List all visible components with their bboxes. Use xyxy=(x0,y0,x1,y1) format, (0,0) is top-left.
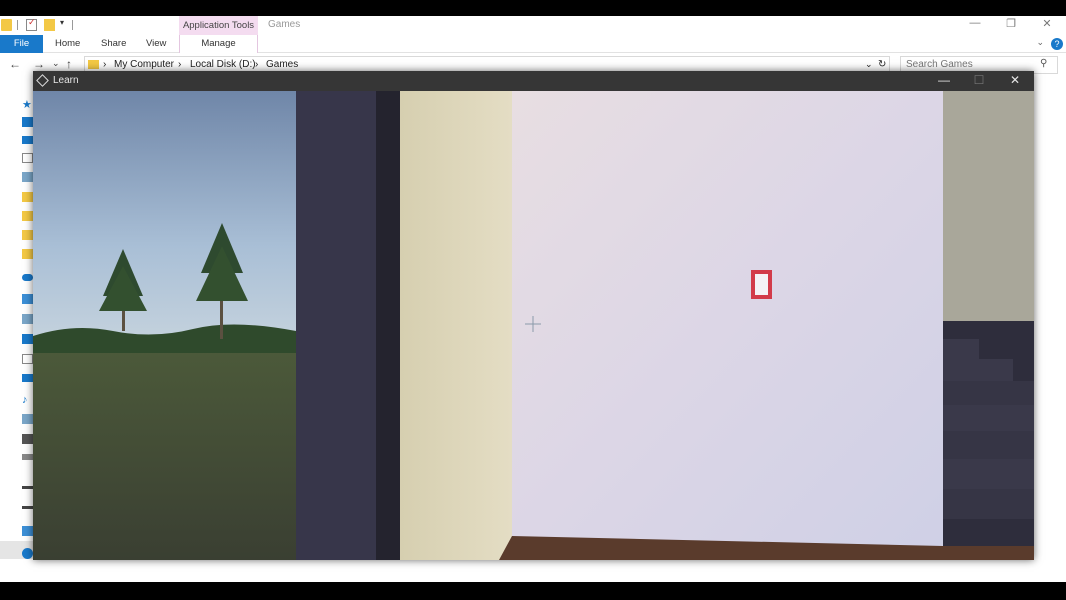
forward-arrow-icon[interactable]: → xyxy=(33,57,45,71)
tab-file[interactable]: File xyxy=(0,35,43,53)
homegroup-icon[interactable] xyxy=(22,548,33,559)
dark-pillar xyxy=(296,91,376,560)
ribbon-tabs: File Home Share View Manage ⌄ ? xyxy=(0,35,1066,53)
marble-wall xyxy=(512,91,943,546)
game-window-title: Learn xyxy=(53,75,79,86)
qa-separator xyxy=(72,20,73,30)
network-icon[interactable] xyxy=(22,526,33,536)
documents-icon[interactable] xyxy=(22,354,33,364)
grass-ground xyxy=(33,346,296,560)
pictures-icon[interactable] xyxy=(22,172,33,182)
drive-icon[interactable] xyxy=(22,506,33,509)
folder-icon xyxy=(88,60,99,69)
tab-view[interactable]: View xyxy=(146,35,166,53)
game-viewport[interactable] xyxy=(33,91,1034,560)
unity-logo-icon xyxy=(36,74,49,87)
desktop-icon[interactable] xyxy=(22,117,33,127)
music-icon[interactable]: ♪ xyxy=(22,394,28,406)
back-wall xyxy=(943,91,1034,321)
pillar-shadow xyxy=(376,91,400,560)
ribbon-expand-chevron-icon[interactable]: ⌄ xyxy=(1036,37,1044,48)
breadcrumb-separator: › xyxy=(255,59,259,70)
3d-scene xyxy=(33,91,1034,560)
downloads-icon[interactable] xyxy=(22,374,33,382)
letterbox-top xyxy=(0,0,1066,16)
folder-icon[interactable] xyxy=(22,192,33,202)
recent-locations-icon[interactable]: ⌄ xyxy=(52,58,60,69)
properties-icon[interactable] xyxy=(26,17,37,31)
quick-access-star-icon[interactable]: ★ xyxy=(22,98,32,111)
explorer-window-title: Games xyxy=(268,19,301,30)
path-dropdown-icon[interactable]: ⌄ xyxy=(865,59,873,70)
folder-icon[interactable] xyxy=(22,249,33,259)
game-close-button[interactable]: ✕ xyxy=(1005,73,1025,87)
folder-icon[interactable] xyxy=(22,230,33,240)
letterbox-bottom xyxy=(0,582,1066,600)
desktop-icon[interactable] xyxy=(22,334,33,344)
game-minimize-button[interactable]: — xyxy=(934,73,954,87)
explorer-minimize-button[interactable]: — xyxy=(966,17,984,29)
3d-objects-icon[interactable] xyxy=(22,314,33,324)
explorer-restore-button[interactable]: ❐ xyxy=(1002,17,1020,30)
drive-icon[interactable] xyxy=(22,454,33,460)
sky xyxy=(33,91,296,351)
breadcrumb-separator: › xyxy=(103,59,107,70)
light-switch[interactable] xyxy=(751,270,772,299)
application-tools-context-tab: Application Tools xyxy=(179,16,258,35)
breadcrumb-separator: › xyxy=(178,59,182,70)
help-icon[interactable]: ? xyxy=(1051,38,1063,50)
breadcrumb-my-computer[interactable]: My Computer xyxy=(114,59,174,70)
game-window: Learn — ☐ ✕ xyxy=(33,71,1034,560)
search-icon[interactable]: ⚲ xyxy=(1040,58,1047,69)
refresh-icon[interactable]: ↻ xyxy=(878,59,886,70)
documents-icon[interactable] xyxy=(22,153,33,163)
navigation-pane: ★ ♪ xyxy=(0,96,34,566)
tab-share[interactable]: Share xyxy=(101,35,126,53)
staircase xyxy=(943,321,1034,546)
breadcrumb-local-disk[interactable]: Local Disk (D:) xyxy=(190,59,256,70)
quick-access-dropdown-icon[interactable]: ▾ xyxy=(60,18,64,27)
explorer-titlebar: ▾ Application Tools Games — ❐ ✕ xyxy=(0,16,1066,35)
tab-manage[interactable]: Manage xyxy=(179,35,258,53)
qa-separator xyxy=(17,20,18,30)
folder-icon xyxy=(1,19,12,31)
drive-icon[interactable] xyxy=(22,486,33,489)
game-titlebar[interactable]: Learn — ☐ ✕ xyxy=(33,71,1034,91)
game-maximize-button[interactable]: ☐ xyxy=(969,73,989,87)
downloads-icon[interactable] xyxy=(22,136,33,144)
search-placeholder: Search Games xyxy=(906,59,973,70)
back-arrow-icon[interactable]: ← xyxy=(9,57,21,71)
onedrive-icon[interactable] xyxy=(22,274,33,281)
this-pc-icon[interactable] xyxy=(22,294,33,304)
folder-icon[interactable] xyxy=(22,211,33,221)
pictures-icon[interactable] xyxy=(22,414,33,424)
explorer-close-button[interactable]: ✕ xyxy=(1038,17,1056,30)
new-folder-icon[interactable] xyxy=(44,19,55,31)
up-arrow-icon[interactable]: ↑ xyxy=(66,57,72,71)
breadcrumb-games[interactable]: Games xyxy=(266,59,298,70)
tab-home[interactable]: Home xyxy=(55,35,80,53)
videos-icon[interactable] xyxy=(22,434,33,444)
beige-wall xyxy=(400,91,512,560)
